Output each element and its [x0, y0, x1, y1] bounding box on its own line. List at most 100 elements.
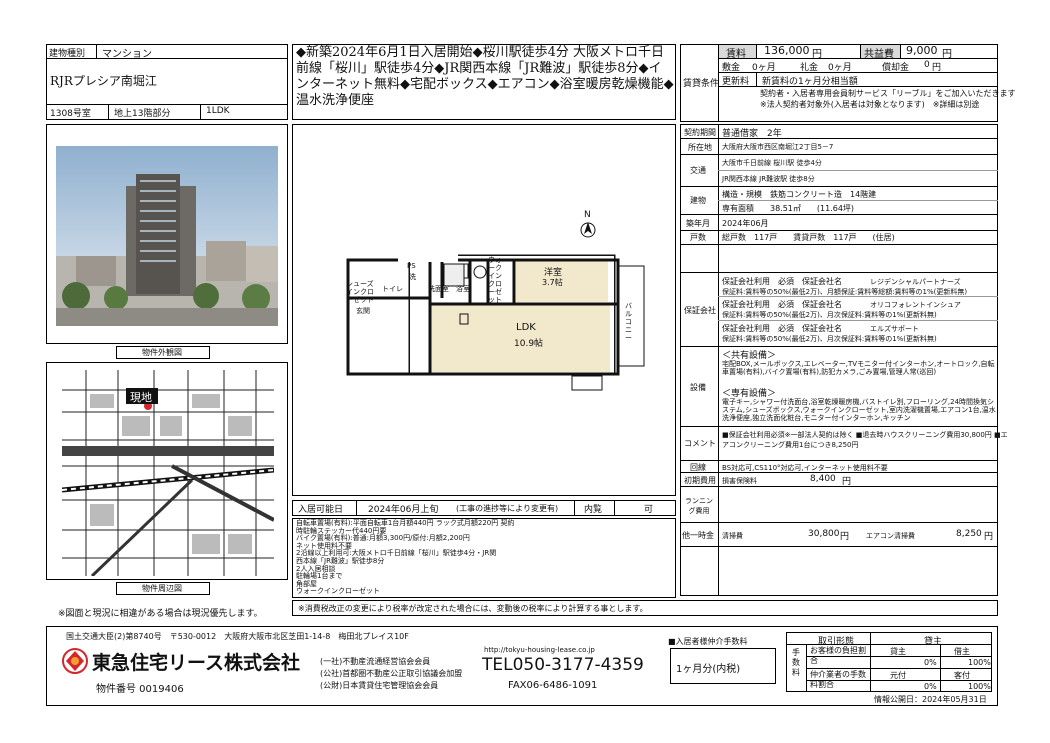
col-moto: 元付	[890, 671, 906, 680]
closet-label: ウォークイン クローゼット	[488, 256, 502, 304]
built-label: 築年月	[686, 219, 710, 228]
floor-info: 地上13階部分	[114, 109, 171, 119]
guarantee-detail-2: 保証料:賃料等の50%(最低2万)、月次保証料:賃料等の1%(更新料無)	[722, 311, 937, 319]
agent-share-label: 仲介業者の手数料割合	[810, 670, 866, 689]
col-landlord: 貸主	[890, 647, 906, 656]
area-map	[62, 370, 274, 576]
wash-label: 洗面室	[428, 285, 449, 293]
move-in-label: 入居可能日	[298, 505, 344, 515]
move-in-note: (工事の進捗等により変更有)	[456, 504, 559, 513]
map-caption: 物件周辺図	[142, 584, 182, 593]
guarantee-name-2: オリコフォレントインシュア	[870, 301, 961, 309]
guarantee-detail-1: 保証料:賃料等の50%(最低2万)、月額保証:賃料等総額:賃料等の1%(更新料無…	[722, 288, 968, 296]
headline: ◆新築2024年6月1日入居開始◆桜川駅徒歩4分 大阪メトロ千日前線「桜川」駅徒…	[296, 45, 674, 108]
note-line: 駐輪場1台まで	[296, 572, 343, 581]
tenant-share-landlord: 0%	[924, 658, 937, 667]
preview-label: 内覧	[584, 505, 603, 515]
tax-note: ※消費税改正の変更により税率が改定された場合には、変動後の税率により計算する事と…	[298, 604, 648, 613]
balcony-label: バルコニー	[625, 302, 632, 342]
property-number: 物件番号 0019406	[96, 684, 184, 695]
service-note-1: 契約者・入居者専用会員制サービス「リーブル」をご加入いただきます	[760, 89, 1016, 98]
guarantee-head-1: 保証会社利用 必須 保証会社名	[722, 277, 842, 286]
western-room-size: 3.7帖	[542, 278, 563, 287]
address-value: 大阪府大阪市西区南堀江2丁目5－7	[722, 143, 834, 151]
private-facility-list: 電子キー,シャワー付洗面台,浴室乾燥暖房機,バストイレ別,フローリング,24時間…	[722, 398, 996, 422]
ldk-size: 10.9帖	[514, 339, 544, 349]
bath-label: 浴室	[456, 285, 470, 293]
other-fee-item-1: 清掃費	[722, 532, 743, 540]
area-value: 専有面積 38.51㎡ (11.64坪)	[722, 204, 855, 213]
agent-share-moto: 0%	[924, 682, 937, 691]
type-label: 建物種別	[49, 49, 86, 59]
common-fee-yen: 円	[942, 49, 952, 60]
published-date: 情報公開日：2024年05月31日	[874, 695, 987, 704]
company-name: 東急住宅リース株式会社	[92, 652, 301, 674]
footnote: ※図面と現況に相違がある場合は現況優先します。	[58, 609, 263, 619]
guarantee-head-2: 保証会社利用 必須 保証会社名	[722, 300, 842, 309]
initial-cost-value: 8,400	[810, 474, 836, 484]
transport-2: JR関西本線 JR難波駅 徒歩8分	[722, 175, 815, 183]
key-money-value: 0ヶ月	[828, 63, 852, 73]
association-1: (一社)不動産流通経営協会会員	[320, 657, 431, 666]
map-pin-label: 現地	[130, 391, 152, 404]
comment-2: アコンクリーニング費用1台につき8,250円	[722, 441, 859, 449]
ps-label: PS	[407, 262, 416, 270]
toilet-label: トイレ	[382, 285, 403, 293]
structure-value: 構造・規模 鉄筋コンクリート造 14階建	[722, 190, 877, 199]
notes-list: 自転車置場(有料):平面自転車1台月額440円 ラック式月額220円 契約 時駐…	[296, 519, 514, 596]
shoes-label: シューズインクローゼット	[346, 280, 374, 304]
property-name: RJRプレシア南堀江	[50, 74, 157, 88]
address-label: 所在地	[688, 143, 712, 152]
building-label: 建物	[690, 196, 706, 205]
line-label: 回線	[690, 463, 706, 472]
ldk-label: LDK	[516, 322, 536, 333]
common-fee-label: 共益費	[864, 49, 894, 60]
running-cost-label: ランニング費用	[685, 497, 713, 515]
deposit-label: 敷金	[722, 63, 741, 73]
commission-label: 手数料	[792, 648, 800, 677]
initial-cost-label: 初期費用	[684, 476, 716, 485]
type-value: マンション	[102, 49, 152, 60]
transport-label: 交通	[690, 166, 706, 175]
guarantee-label: 保証会社	[684, 306, 716, 315]
guarantee-name-3: エルズサポート	[870, 325, 919, 333]
exterior-image	[56, 146, 278, 326]
exterior-caption: 物件外観図	[142, 348, 182, 357]
comment-label: コメント	[684, 439, 716, 448]
common-facility-list: 宅配BOX,メールボックス,エレベーター,TVモニター付インターホン,オートロッ…	[722, 360, 995, 376]
rent-value: 136,000	[764, 44, 810, 57]
tenant-share-broker: 100%	[968, 658, 991, 667]
other-fee-value-1: 30,800	[808, 529, 840, 539]
amortization-label: 償却金	[882, 63, 910, 73]
rent-yen: 円	[812, 49, 822, 60]
room-number: 1308号室	[50, 109, 91, 119]
comment-1: ■保証会社利用必須※一部法人契約は除く ■退去時ハウスクリーニング費用30,80…	[722, 431, 1008, 439]
contract-label: 契約期間	[684, 128, 716, 137]
initial-cost-item: 損害保険料	[722, 477, 757, 485]
company-tel[interactable]: TEL050-3177-4359	[482, 655, 644, 675]
built-value: 2024年06月	[722, 219, 769, 228]
other-fee-item-2: エアコン清掃費	[866, 532, 915, 540]
common-fee-value: 9,000	[906, 44, 938, 57]
renewal-label: 更新料	[722, 77, 750, 87]
association-3: (公財)日本賃貸住宅管理協会会員	[320, 681, 439, 690]
layout-type: 1LDK	[206, 106, 230, 116]
other-fee-yen-1: 円	[840, 532, 850, 542]
tenant-share-label: お客様の負担割合	[810, 646, 866, 665]
other-fee-value-2: 8,250	[956, 529, 982, 539]
wash-short-label: 洗	[409, 273, 416, 281]
other-fee-yen-2: 円	[984, 532, 994, 542]
contract-value: 普通借家 2年	[722, 129, 782, 139]
amortization-yen: 円	[932, 63, 942, 73]
company-fax: FAX06-6486-1091	[508, 680, 598, 691]
company-license: 国土交通大臣(2)第8740号 〒530-0012 大阪府大阪市北区芝田1-14…	[66, 632, 409, 641]
fee-title: ■入居者様仲介手数料	[668, 637, 748, 646]
trade-type-value: 貸主	[924, 637, 943, 647]
company-url[interactable]: http://tokyu-housing-lease.co.jp	[484, 646, 595, 654]
agent-share-saki: 100%	[968, 682, 991, 691]
guarantee-head-3: 保証会社利用 必須 保証会社名	[722, 324, 842, 333]
note-line: ウォークインクローゼット	[296, 587, 380, 596]
service-note-2: ※法人契約者対象外(入居者は対象となります) ※詳細は別途	[760, 100, 980, 109]
preview-value: 可	[644, 505, 654, 515]
move-in-value: 2024年06月上旬	[368, 505, 439, 515]
